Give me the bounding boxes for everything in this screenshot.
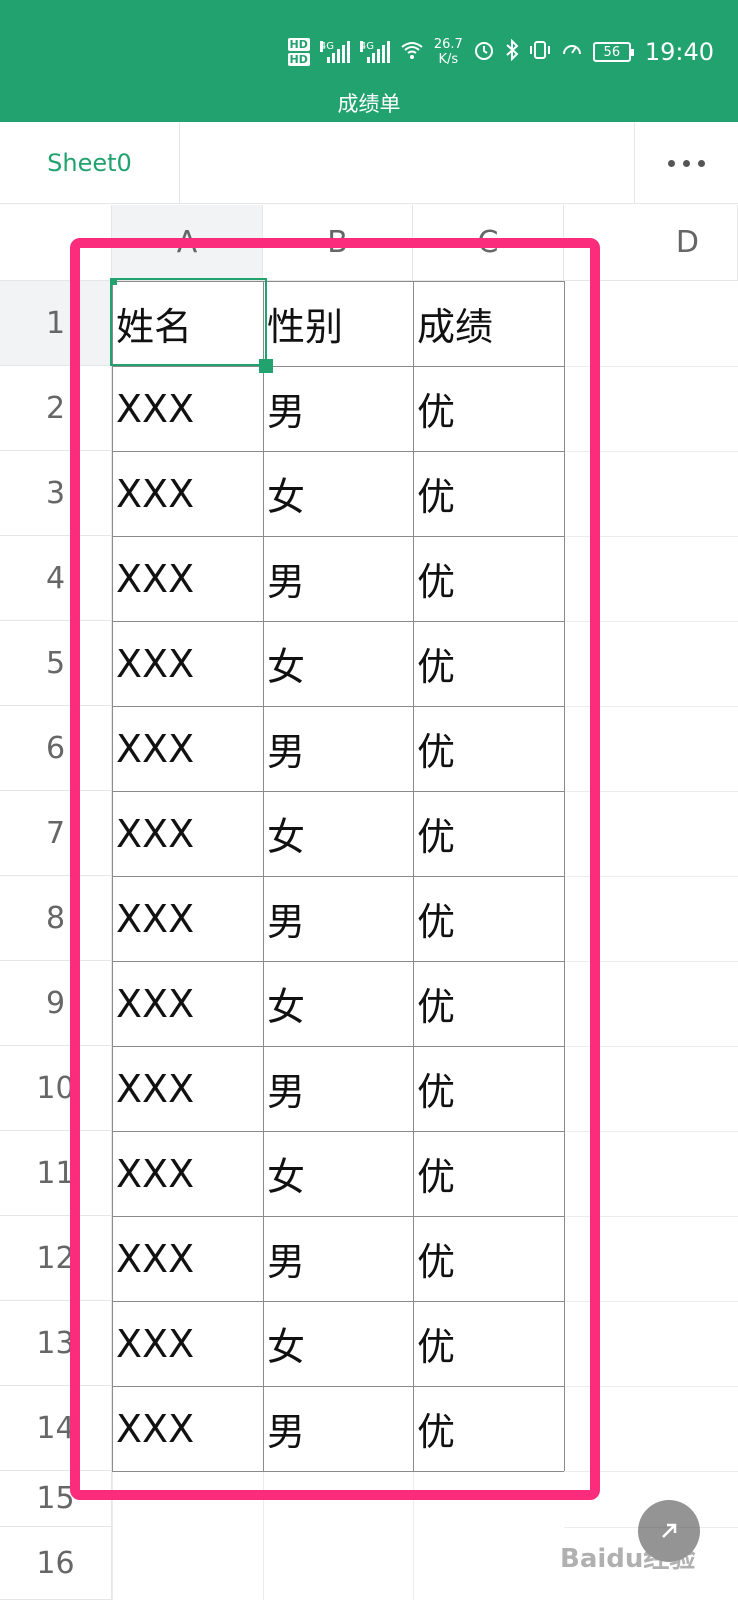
signal-icon: 4G: [319, 41, 350, 63]
app-header: HD HD 4G 4G 26.7 K/s 56 19:40 成绩单: [0, 0, 738, 122]
network-type-2: 4G: [359, 41, 374, 52]
document-title: 成绩单: [337, 92, 401, 116]
speed-value: 26.7: [433, 37, 463, 52]
more-dot-icon: [668, 159, 675, 167]
clock: 19:40: [644, 38, 714, 66]
battery-level: 56: [603, 44, 621, 60]
battery-icon: 56: [592, 42, 634, 62]
vibrate-icon: [529, 39, 551, 65]
network-type-1: 4G: [319, 41, 334, 52]
status-bar: HD HD 4G 4G 26.7 K/s 56 19:40: [287, 30, 714, 74]
hd2-badge: HD: [287, 53, 310, 66]
alarm-icon: [473, 39, 495, 65]
more-dot-icon: [698, 159, 705, 167]
more-dot-icon: [683, 159, 690, 167]
hd1-badge: HD: [287, 38, 310, 51]
net-speed: 26.7 K/s: [434, 37, 463, 67]
wifi-icon: [400, 40, 424, 64]
more-options-button[interactable]: [634, 122, 738, 204]
watermark-logo: Baidu经验: [560, 1544, 696, 1574]
speed-unit: K/s: [438, 52, 459, 67]
speedometer-icon: [561, 39, 583, 65]
annotation-highlight-box: [70, 238, 600, 1500]
bluetooth-icon: [505, 38, 519, 65]
row-header[interactable]: 16: [0, 1527, 112, 1600]
signal-icon-2: 4G: [359, 41, 390, 63]
tab-sheet0[interactable]: Sheet0: [0, 122, 180, 204]
sheet-tab-bar: Sheet0: [0, 122, 738, 204]
hd-indicator: HD HD: [287, 38, 310, 66]
